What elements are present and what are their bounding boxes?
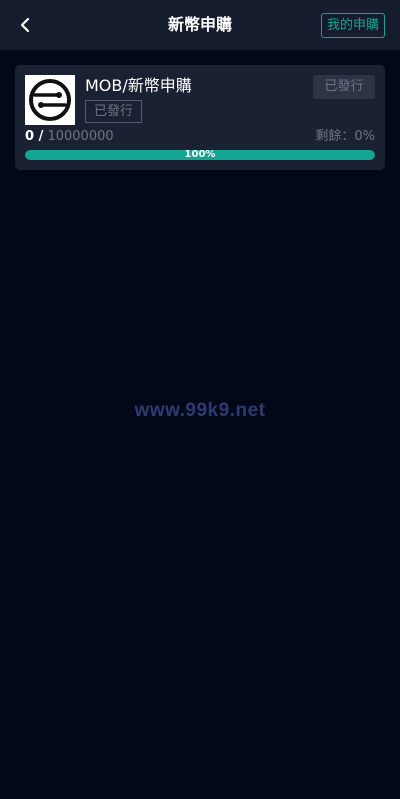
my-subscriptions-button[interactable]: 我的申購 — [320, 13, 385, 38]
coin-card[interactable]: MOB/新幣申購 已發行 已發行 0 / 10000000 剩餘：0% 100% — [15, 65, 385, 170]
progress-bar: 100% — [25, 150, 375, 160]
top-bar: 新幣申購 我的申購 — [0, 0, 400, 50]
remaining-percent: 剩餘：0% — [315, 129, 375, 144]
progress-amount: 0 / 10000000 — [25, 128, 114, 146]
subscribed-amount: 0 / — [25, 129, 44, 144]
coin-name: MOB/新幣申購 — [85, 76, 192, 95]
status-badge: 已發行 — [313, 75, 375, 99]
mob-logo-icon — [25, 75, 75, 125]
total-supply: 10000000 — [47, 129, 114, 144]
watermark: www.99k9.net — [134, 400, 266, 421]
progress-percent-label: 100% — [184, 150, 216, 160]
chevron-left-icon — [20, 17, 30, 33]
back-button[interactable] — [12, 12, 38, 38]
page: 新幣申購 我的申購 MOB/新幣申購 已發行 已發行 0 / 10000000 … — [0, 0, 400, 799]
issued-tag: 已發行 — [85, 100, 143, 123]
